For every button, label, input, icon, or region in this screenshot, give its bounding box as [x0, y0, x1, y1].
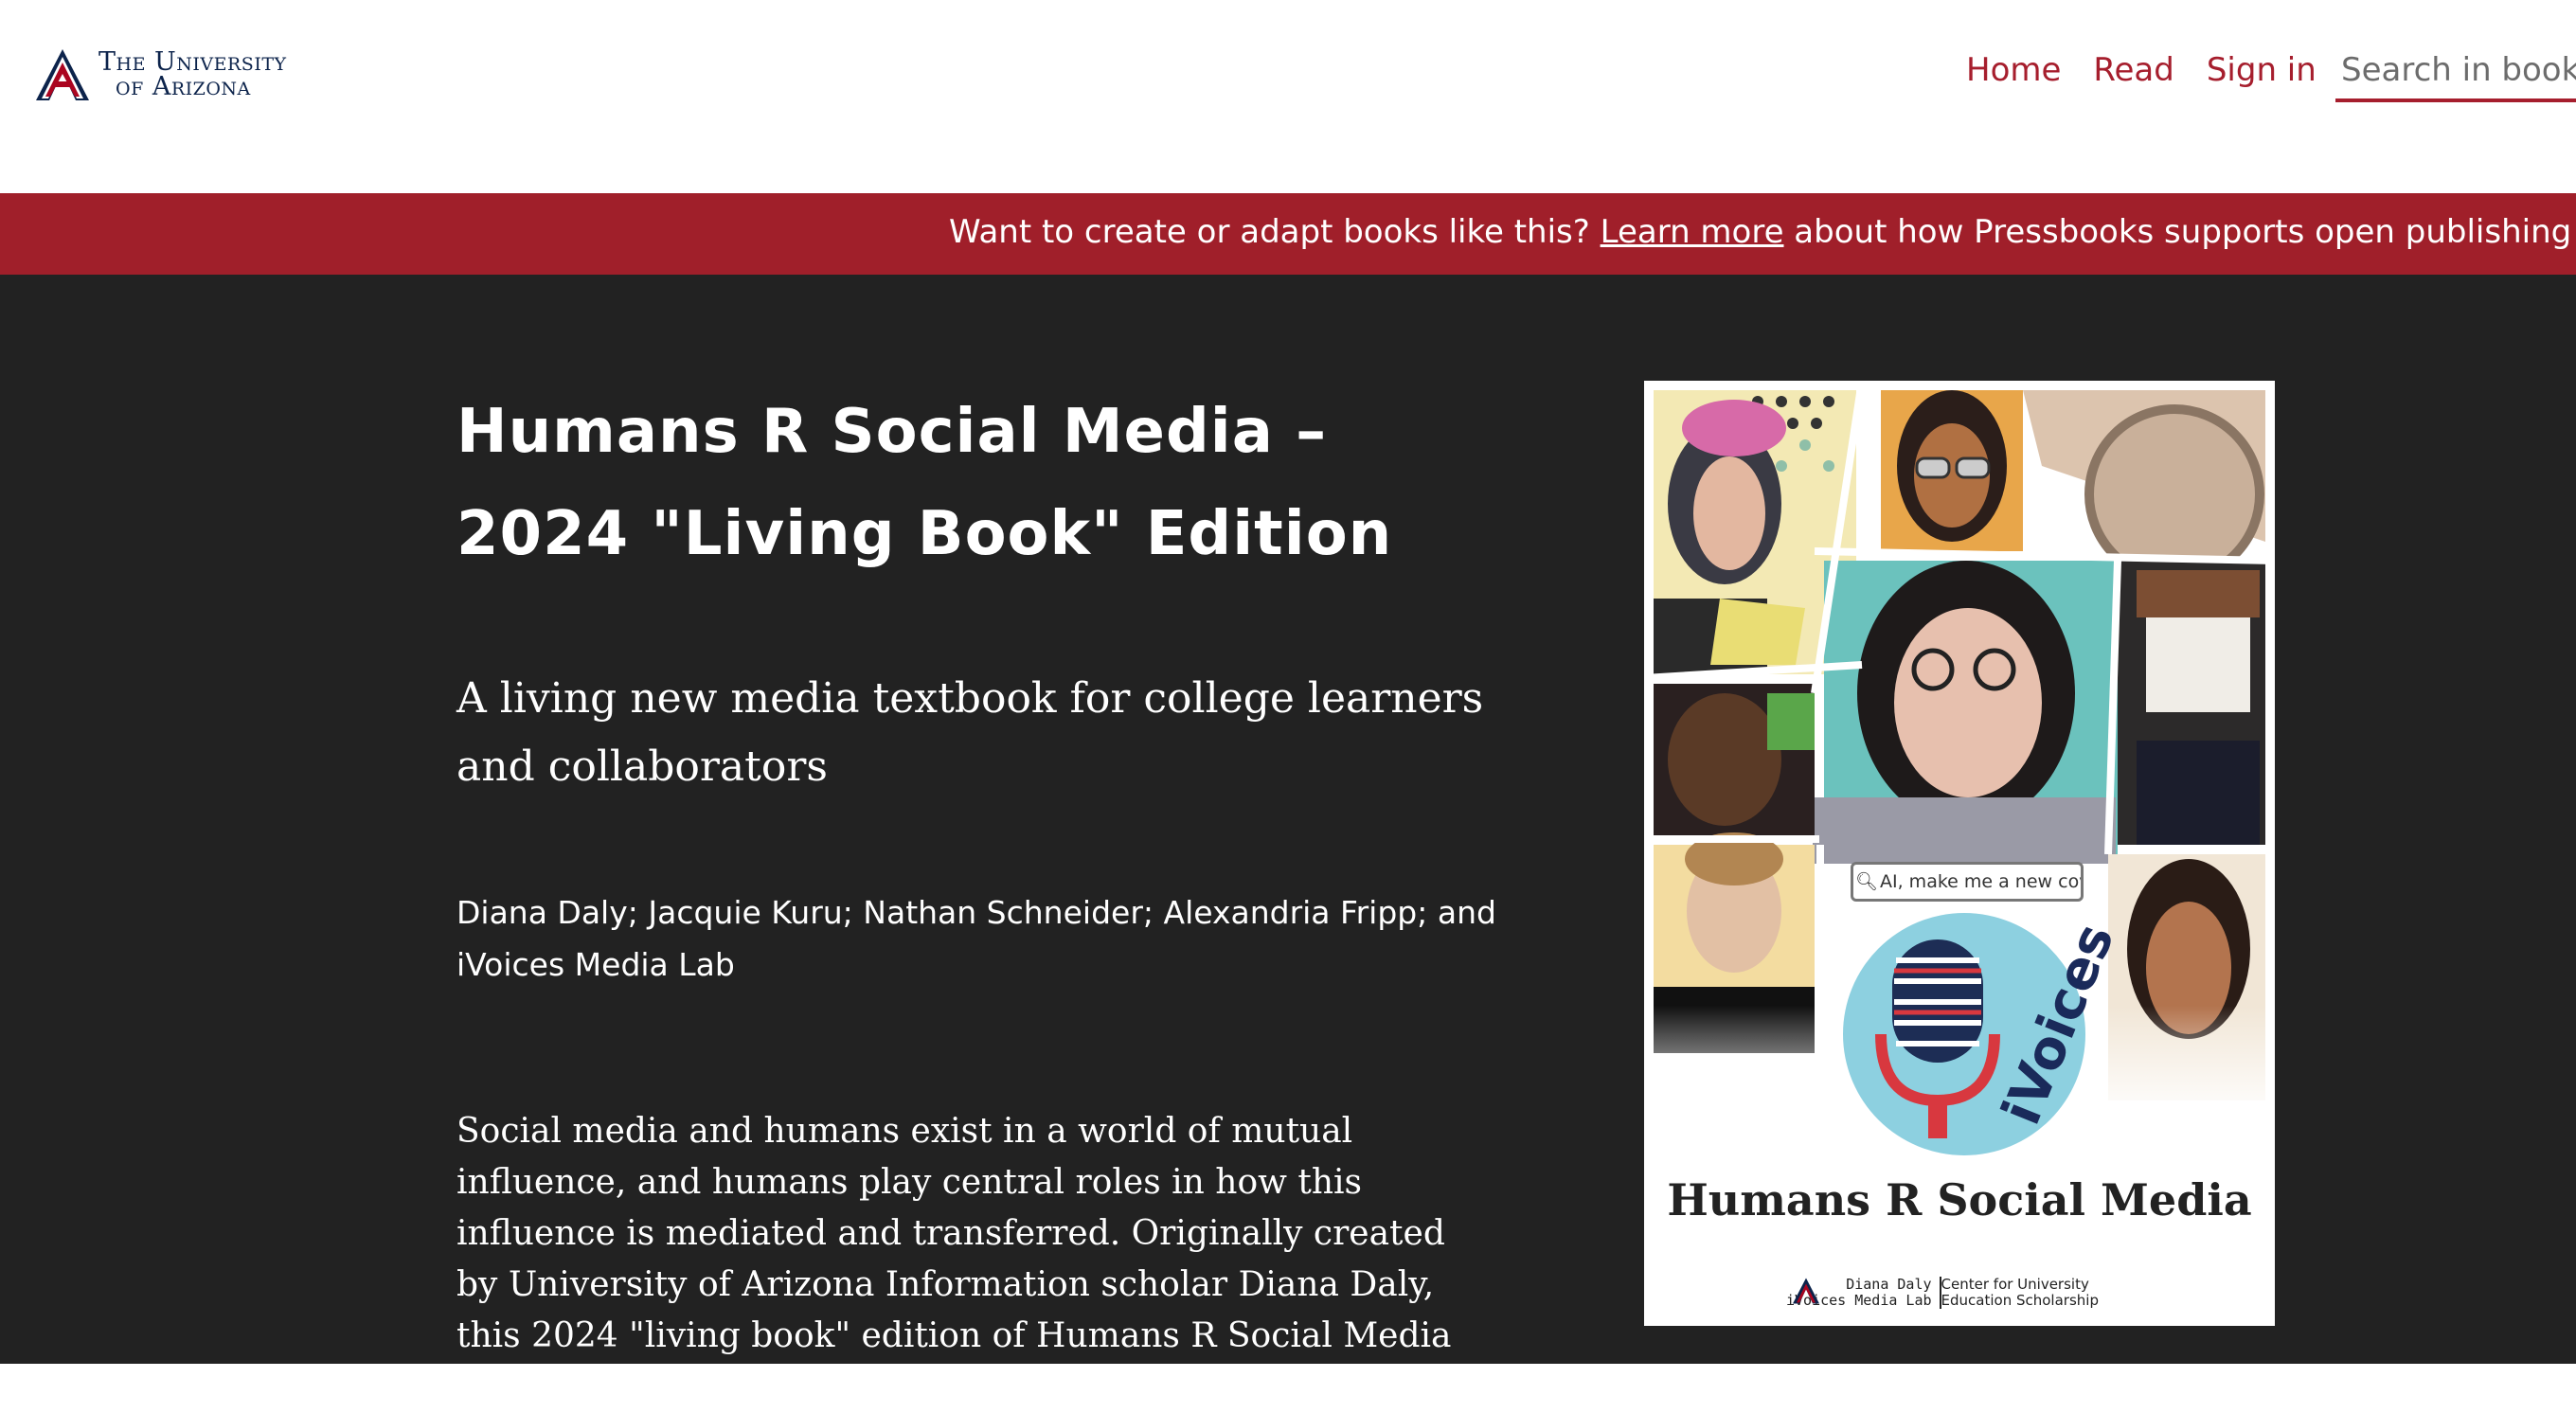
book-title: Humans R Social Media – 2024 "Living Boo… — [456, 381, 1498, 585]
nav-read-link[interactable]: Read — [2093, 51, 2174, 89]
book-authors: Diana Daly; Jacquie Kuru; Nathan Schneid… — [456, 886, 1498, 991]
book-description: Social media and humans exist in a world… — [456, 1106, 1470, 1413]
nav-home-link[interactable]: Home — [1966, 51, 2061, 89]
book-subtitle: A living new media textbook for college … — [456, 665, 1498, 801]
block-a-logo-icon — [34, 47, 91, 102]
banner-text-before: Want to create or adapt books like this? — [949, 213, 1601, 251]
site-header: The University of Arizona Home Read Sign… — [0, 0, 2576, 193]
learn-more-link[interactable]: Learn more — [1601, 213, 1784, 251]
magnifier-icon: 🔍︎ — [1853, 865, 1880, 899]
book-hero: Humans R Social Media – 2024 "Living Boo… — [0, 275, 2576, 1364]
banner-text: Want to create or adapt books like this?… — [949, 213, 2576, 251]
search-box — [2335, 45, 2576, 102]
block-a-small-icon — [1792, 1277, 1820, 1305]
cover-search-text: AI, make me a new cover — [1880, 871, 2084, 892]
logo-line-2: of Arizona — [98, 75, 287, 99]
cover-ai-search-bar: 🔍︎AI, make me a new cover — [1851, 862, 2084, 902]
search-input[interactable] — [2335, 45, 2576, 89]
cover-center-line-2: Education Scholarship — [1941, 1293, 2099, 1309]
cover-title: Humans R Social Media — [1644, 1174, 2275, 1225]
main-nav: Home Read Sign in — [1966, 51, 2349, 89]
banner-text-after: about how Pressbooks supports open publi… — [1784, 213, 2576, 251]
nav-sign-in-link[interactable]: Sign in — [2207, 51, 2317, 89]
cover-center-name: Center for University Education Scholars… — [1941, 1277, 2099, 1309]
cover-center-line-1: Center for University — [1941, 1277, 2099, 1293]
pressbooks-banner: Want to create or adapt books like this?… — [0, 193, 2576, 275]
book-cover-image: 🔍︎AI, make me a new cover iVoices Humans… — [1644, 381, 2275, 1326]
university-logo[interactable]: The University of Arizona — [34, 47, 287, 102]
cover-credits: Diana Daly iVoices Media Lab Center for … — [1786, 1277, 2099, 1309]
